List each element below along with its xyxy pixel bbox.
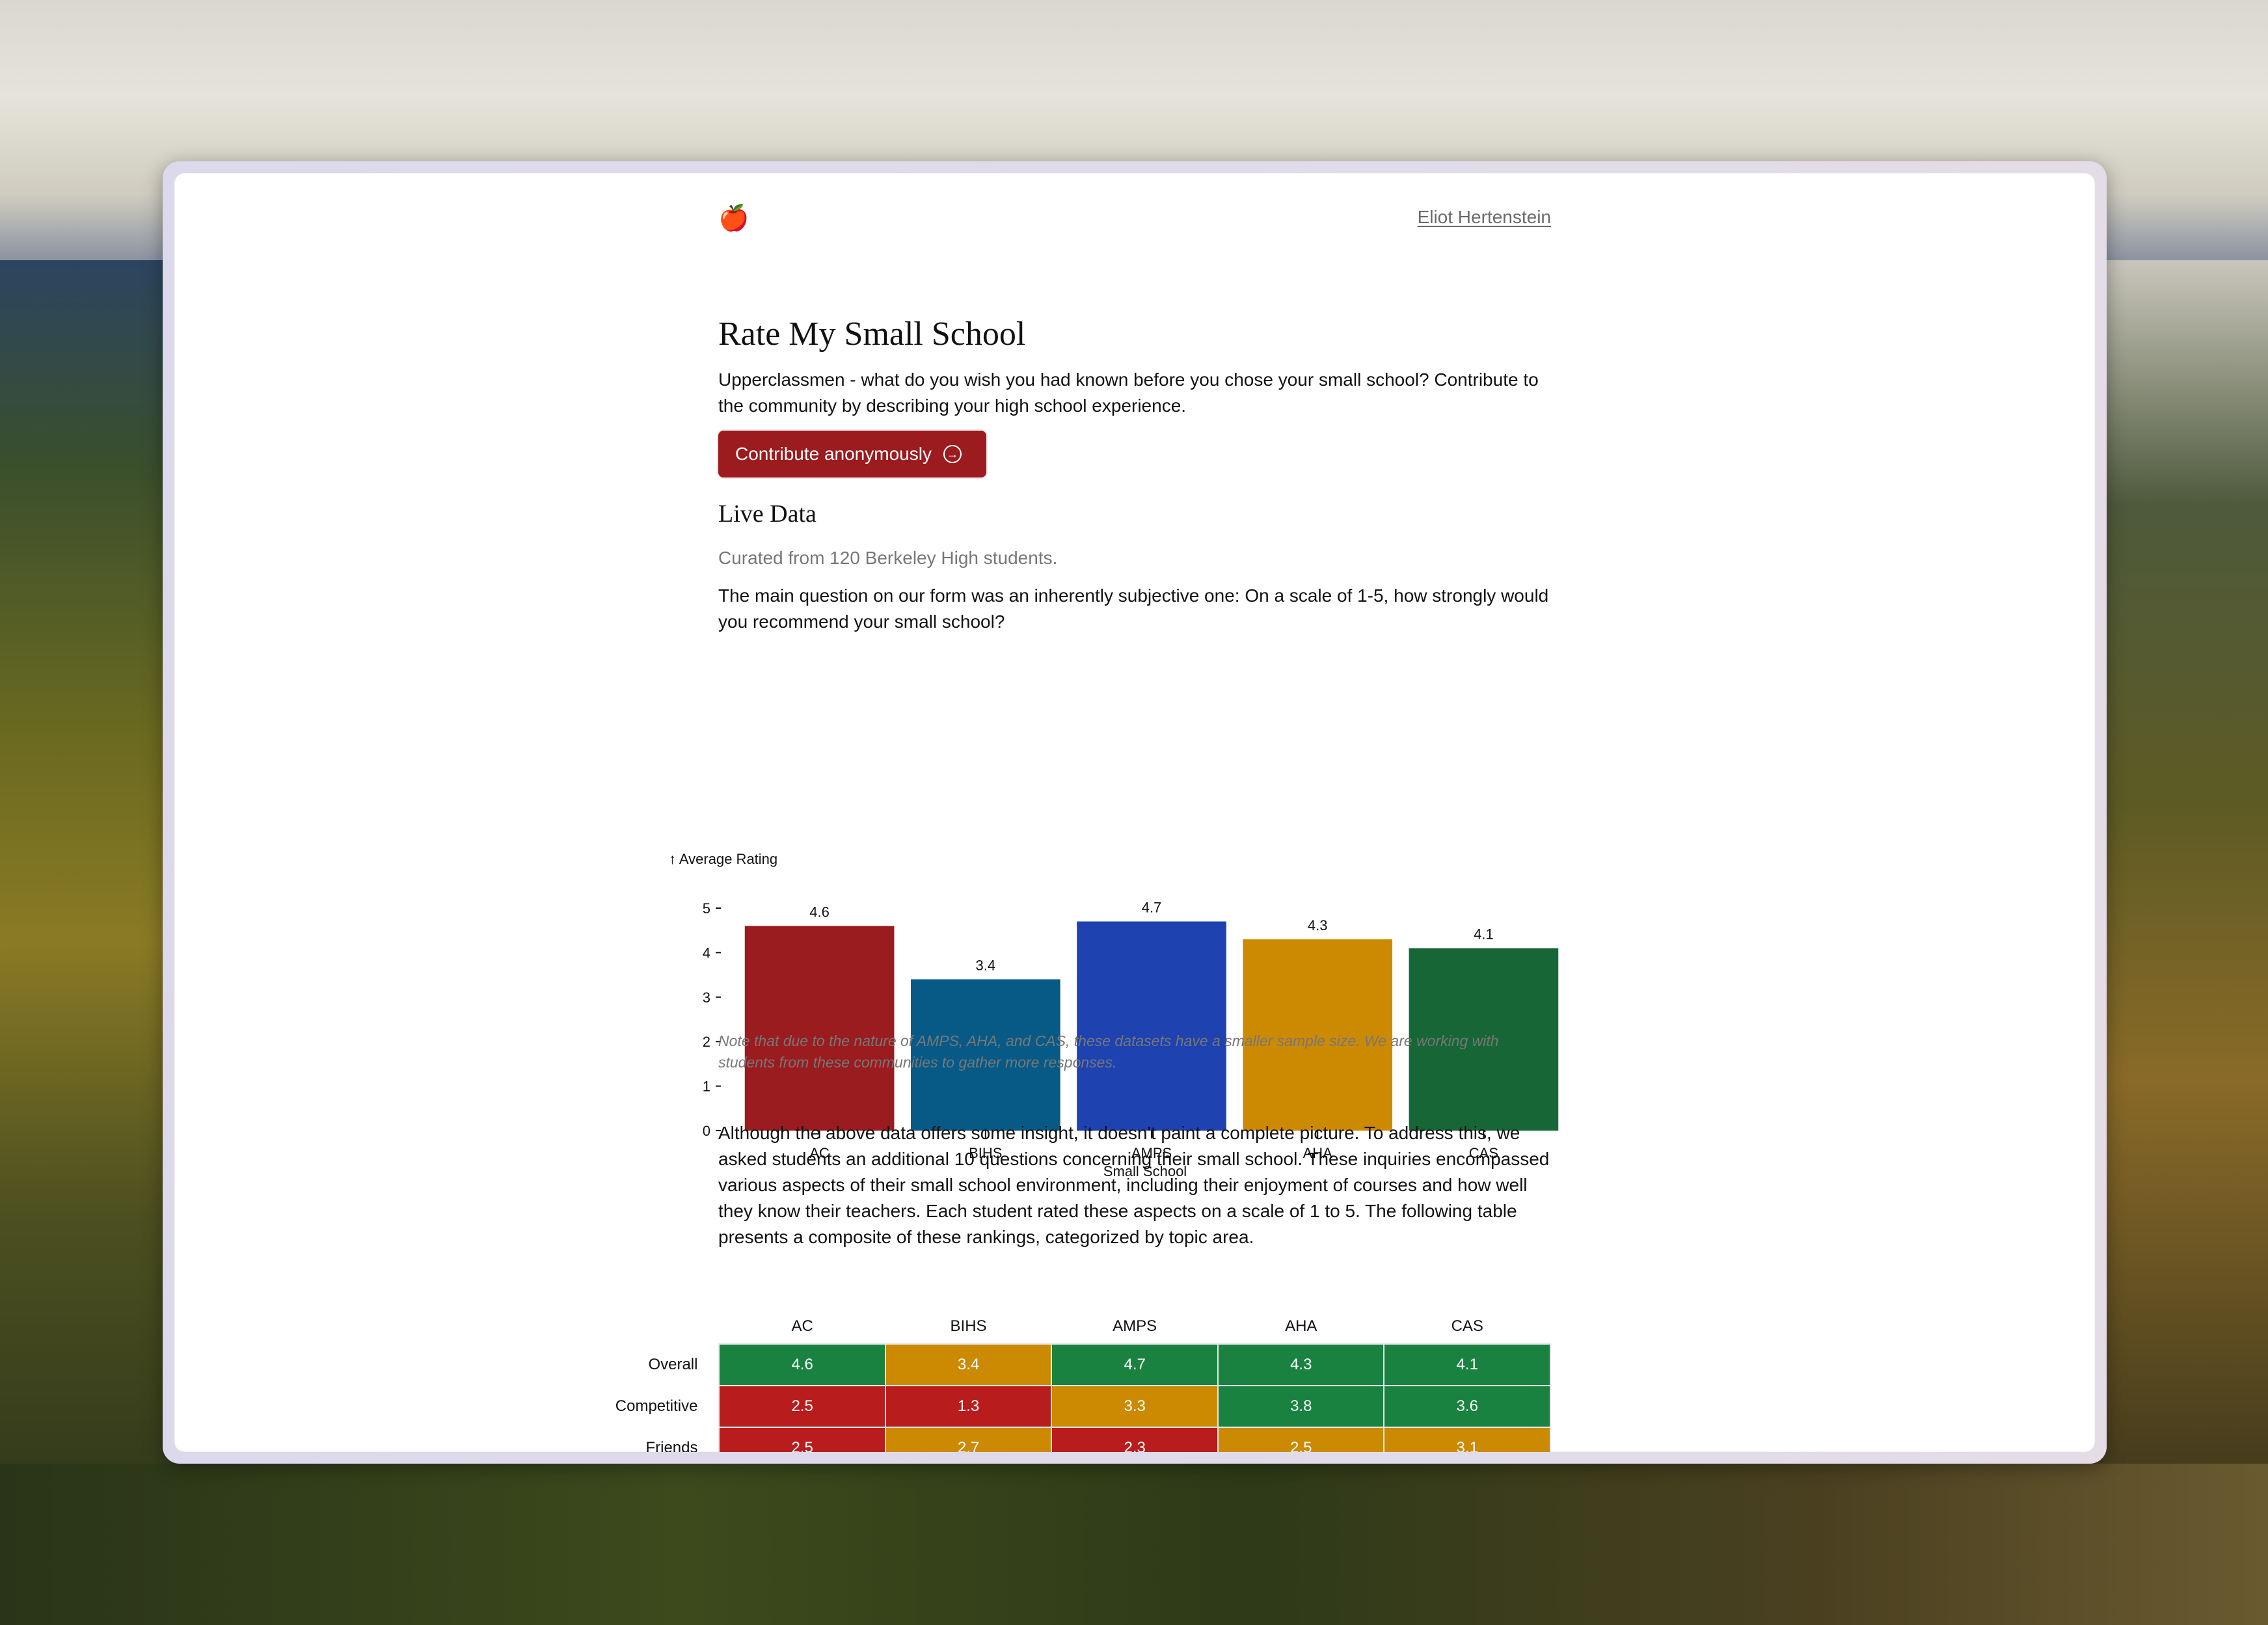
column-header-ac: AC <box>719 1310 885 1345</box>
table-corner <box>588 1310 719 1344</box>
column-header-cas: CAS <box>1384 1310 1550 1345</box>
score-cell: 2.5 <box>718 1385 886 1428</box>
score-cell: 4.7 <box>1051 1343 1219 1386</box>
column-header-amps: AMPS <box>1051 1310 1219 1345</box>
composite-rankings-table-wrapper: AC BIHS AMPS AHA CAS Overall 4.6 3.4 4.7 4.3 4.1 C… <box>588 1310 1551 1452</box>
table-body: Overall 4.6 3.4 4.7 4.3 4.1 Competitive 2.5 1.3 3… <box>588 1343 1551 1452</box>
row-label: Overall <box>648 1355 698 1373</box>
bar-value-label: 4.1 <box>1474 926 1494 943</box>
apple-logo-icon[interactable]: 🍎 <box>718 204 749 233</box>
y-tick-label: 0 <box>703 1123 710 1139</box>
curated-caption: Curated from 120 Berkeley High students. <box>718 548 1058 568</box>
y-tick-label: 2 <box>703 1034 710 1050</box>
browser-window: 🍎 Eliot Hertenstein Rate My Small School… <box>174 173 2095 1452</box>
row-label: Competitive <box>615 1397 698 1415</box>
bar-value-label: 4.6 <box>809 904 830 920</box>
sample-size-note: Note that due to the nature of AMPS, AHA… <box>718 1032 1499 1071</box>
y-tick-label: 1 <box>703 1079 710 1095</box>
bars <box>744 921 1559 1131</box>
desktop-wallpaper-bottom <box>0 1464 2268 1625</box>
score-cell: 2.3 <box>1051 1427 1219 1452</box>
composite-rankings-table: AC BIHS AMPS AHA CAS Overall 4.6 3.4 4.7 4.3 4.1 C… <box>588 1310 1551 1452</box>
bar-value-label: 4.3 <box>1308 917 1328 933</box>
contribute-button-label: Contribute anonymously <box>735 444 932 464</box>
score-cell: 3.4 <box>884 1343 1053 1386</box>
y-axis: 0 1 2 3 4 5 <box>703 900 721 1139</box>
y-tick-label: 3 <box>703 989 710 1006</box>
score-cell: 4.6 <box>718 1343 886 1386</box>
table-row: Competitive 2.5 1.3 3.3 3.8 3.6 <box>588 1385 1551 1428</box>
bar-value-label: 4.7 <box>1142 900 1162 916</box>
table-row: Friends 2.5 2.7 2.3 2.5 3.1 <box>588 1427 1551 1452</box>
intro-text: Upperclassmen - what do you wish you had… <box>718 369 1539 416</box>
score-cell: 3.3 <box>1051 1385 1219 1428</box>
user-profile-link[interactable]: Eliot Hertenstein <box>1418 207 1551 228</box>
score-cell: 1.3 <box>884 1385 1053 1428</box>
score-cell: 4.3 <box>1217 1343 1385 1386</box>
top-nav: 🍎 Eliot Hertenstein <box>718 199 1551 238</box>
score-cell: 2.7 <box>884 1427 1053 1452</box>
bar-amps <box>1077 921 1226 1131</box>
average-rating-bar-chart: ↑ Average Rating 012345 4.63.44.74.34.1 … <box>669 851 1559 1179</box>
score-cell: 2.5 <box>718 1427 886 1452</box>
score-cell: 3.1 <box>1383 1427 1551 1452</box>
bar-value-label: 3.4 <box>976 957 996 973</box>
score-cell: 3.6 <box>1383 1385 1551 1428</box>
contribute-anonymously-button[interactable]: Contribute anonymously → <box>718 431 986 477</box>
additional-questions-paragraph: Although the above data offers some insi… <box>718 1123 1550 1247</box>
live-data-heading: Live Data <box>718 500 817 528</box>
bar-ac <box>744 926 895 1131</box>
page-title: Rate My Small School <box>718 316 1026 353</box>
main-question-text: The main question on our form was an inh… <box>718 585 1549 632</box>
y-tick-label: 4 <box>703 945 710 961</box>
table-row: Overall 4.6 3.4 4.7 4.3 4.1 <box>588 1343 1551 1386</box>
y-axis-label: ↑ Average Rating <box>669 851 777 867</box>
column-header-aha: AHA <box>1218 1310 1384 1345</box>
score-cell: 2.5 <box>1217 1427 1385 1452</box>
score-cell: 3.8 <box>1217 1385 1385 1428</box>
column-header-bihs: BIHS <box>885 1310 1052 1345</box>
table-header-row: AC BIHS AMPS AHA CAS <box>588 1310 1550 1345</box>
y-tick-label: 5 <box>703 900 710 917</box>
arrow-right-circle-icon: → <box>943 445 962 463</box>
score-cell: 4.1 <box>1383 1343 1551 1386</box>
row-label: Friends <box>645 1439 698 1452</box>
